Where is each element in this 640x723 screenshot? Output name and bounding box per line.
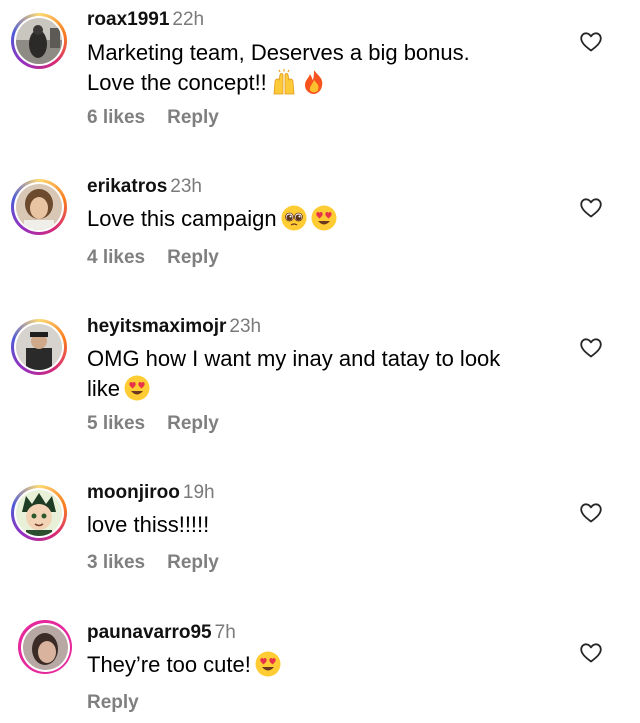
comment-text: Marketing team, Deserves a big bonus. Lo… bbox=[87, 40, 470, 95]
heart-outline-icon[interactable] bbox=[580, 198, 602, 218]
comment-time: 23h bbox=[170, 176, 202, 197]
comment-item: moonjiroo 19h love thiss!!!!! 3 likes Repl… bbox=[0, 470, 640, 610]
comment-username[interactable]: erikatros bbox=[87, 176, 167, 197]
pleading-face-emoji bbox=[280, 205, 307, 231]
reply-button[interactable]: Reply bbox=[167, 107, 219, 128]
avatar[interactable] bbox=[11, 179, 67, 235]
comment-text: Love this campaign bbox=[87, 204, 557, 234]
comment-item: erikatros 23h Love this campaign 4 likes R… bbox=[0, 165, 640, 305]
comment-text: OMG how I want my inay and tatay to look… bbox=[87, 346, 501, 401]
comment-username[interactable]: paunavarro95 bbox=[87, 622, 212, 643]
likes-count[interactable]: 4 likes bbox=[87, 247, 145, 268]
raising-hands-emoji bbox=[273, 69, 295, 95]
reply-button[interactable]: Reply bbox=[167, 247, 219, 268]
likes-count[interactable]: 3 likes bbox=[87, 552, 145, 573]
heart-eyes-emoji bbox=[255, 651, 281, 677]
heart-outline-icon[interactable] bbox=[580, 503, 602, 523]
comment-text: They’re too cute! bbox=[87, 650, 557, 680]
comment-time: 19h bbox=[182, 482, 215, 503]
likes-count[interactable]: 5 likes bbox=[87, 413, 145, 434]
heart-outline-icon[interactable] bbox=[580, 643, 602, 663]
comment-time: 23h bbox=[229, 316, 262, 337]
comment-item: heyitsmaximojr 23h OMG how I want my inay… bbox=[0, 305, 640, 470]
reply-button[interactable]: Reply bbox=[167, 552, 219, 573]
avatar[interactable] bbox=[11, 13, 67, 69]
fire-emoji bbox=[304, 70, 323, 94]
comment-username[interactable]: roax1991 bbox=[87, 9, 169, 30]
heart-eyes-emoji bbox=[311, 205, 337, 231]
heart-outline-icon[interactable] bbox=[580, 338, 602, 358]
comment-item: roax1991 22h Marketing team, Deserves a b… bbox=[0, 0, 640, 160]
reply-button[interactable]: Reply bbox=[87, 692, 139, 713]
avatar[interactable] bbox=[11, 319, 67, 375]
heart-eyes-emoji bbox=[124, 375, 150, 401]
likes-count[interactable]: 6 likes bbox=[87, 107, 145, 128]
reply-button[interactable]: Reply bbox=[167, 413, 219, 434]
avatar[interactable] bbox=[11, 485, 67, 541]
comment-username[interactable]: heyitsmaximojr bbox=[87, 316, 226, 337]
comment-username[interactable]: moonjiroo bbox=[87, 482, 180, 503]
comment-time: 7h bbox=[214, 622, 236, 643]
avatar[interactable] bbox=[18, 620, 72, 674]
comment-time: 22h bbox=[172, 9, 205, 30]
heart-outline-icon[interactable] bbox=[580, 32, 602, 52]
comment-item: paunavarro95 7h They’re too cute! Reply bbox=[0, 610, 640, 723]
comment-text: love thiss!!!!! bbox=[87, 512, 210, 537]
